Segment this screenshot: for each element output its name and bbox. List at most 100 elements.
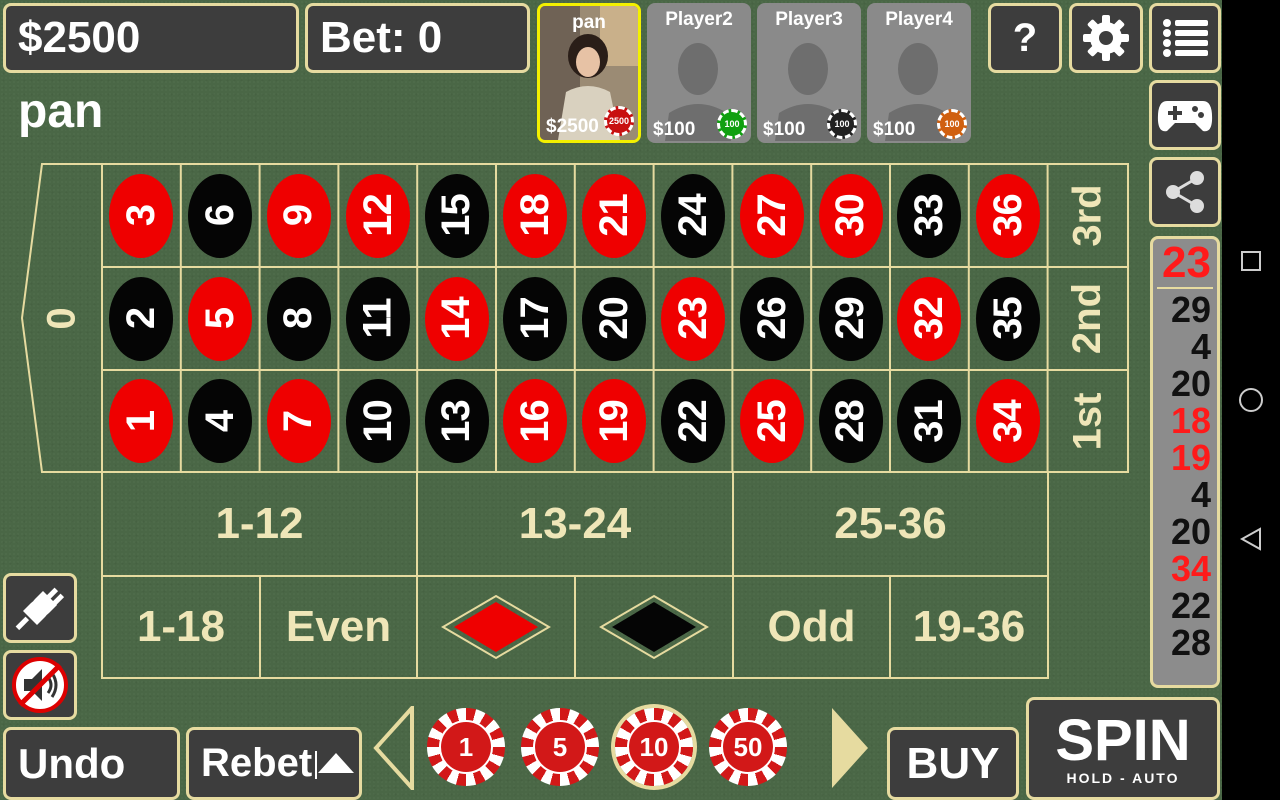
bet-black[interactable] [575, 576, 733, 678]
spin-button[interactable]: SPIN HOLD - AUTO [1026, 697, 1220, 800]
bet-number-cell[interactable]: 16 [496, 370, 575, 472]
android-nav-bar [1222, 0, 1280, 800]
chip-1[interactable]: 1 [427, 708, 505, 786]
bet-number-cell[interactable]: 12 [338, 164, 417, 267]
bet-number-cell[interactable]: 13 [417, 370, 496, 472]
chips-prev-icon[interactable] [372, 706, 416, 790]
bet-high[interactable]: 19-36 [890, 576, 1048, 678]
chip-50[interactable]: 50 [709, 708, 787, 786]
number-oval: 10 [345, 379, 410, 463]
bet-number-cell[interactable]: 24 [654, 164, 733, 267]
bet-column-3rd[interactable]: 3rd [1048, 164, 1128, 267]
history-item: 34 [1170, 548, 1211, 589]
bet-number-cell[interactable]: 34 [969, 370, 1048, 472]
bet-low[interactable]: 1-18 [102, 576, 260, 678]
bet-number-cell[interactable]: 30 [811, 164, 890, 267]
history-item: 20 [1170, 511, 1211, 552]
number-label: 20 [591, 297, 636, 340]
number-oval: 2 [109, 276, 174, 361]
number-label: 17 [512, 297, 557, 340]
spin-history: 23 29 4 20 18 19 4 20 34 22 28 [1150, 236, 1220, 688]
spin-sub-label: HOLD - AUTO [1066, 769, 1180, 786]
buy-button[interactable]: BUY [887, 727, 1019, 800]
bet-number-cell[interactable]: 11 [338, 267, 417, 370]
unplug-icon [15, 587, 65, 631]
number-label: 3 [118, 204, 163, 227]
bet-number-cell[interactable]: 3 [102, 164, 181, 267]
bet-dozen-2[interactable]: 13-24 [417, 472, 733, 576]
number-oval: 6 [188, 173, 253, 258]
bet-even[interactable]: Even [260, 576, 417, 678]
bet-dozen-1[interactable]: 1-12 [102, 472, 417, 576]
rebet-label: Rebet [201, 741, 313, 785]
bet-odd[interactable]: Odd [733, 576, 890, 678]
sound-muted-icon [12, 657, 68, 713]
bet-number-cell[interactable]: 32 [890, 267, 969, 370]
history-item: 18 [1170, 400, 1211, 441]
number-label: 1 [118, 410, 163, 432]
bet-number-cell[interactable]: 22 [654, 370, 733, 472]
number-label: 32 [906, 297, 951, 340]
bet-number-cell[interactable]: 18 [496, 164, 575, 267]
undo-button[interactable]: Undo [3, 727, 180, 800]
chip-10[interactable]: 10 [615, 708, 693, 786]
bet-dozen-3[interactable]: 25-36 [733, 472, 1048, 576]
bet-number-cell[interactable]: 23 [654, 267, 733, 370]
chip-value: 50 [721, 720, 775, 774]
bet-number-cell[interactable]: 14 [417, 267, 496, 370]
number-label: 7 [276, 410, 321, 432]
bet-number-cell[interactable]: 17 [496, 267, 575, 370]
arrow-up-icon [315, 750, 355, 779]
number-label: 29 [828, 297, 873, 340]
chip-5[interactable]: 5 [521, 708, 599, 786]
bet-red[interactable] [417, 576, 575, 678]
disconnect-button[interactable] [3, 573, 77, 643]
number-label: 24 [670, 194, 715, 237]
history-item: 4 [1190, 326, 1211, 367]
bet-number-cell[interactable]: 19 [575, 370, 654, 472]
bet-number-cell[interactable]: 1 [102, 370, 181, 472]
back-icon[interactable] [1236, 524, 1266, 554]
bet-number-cell[interactable]: 36 [969, 164, 1048, 267]
bet-number-cell[interactable]: 6 [181, 164, 260, 267]
bet-number-cell[interactable]: 5 [181, 267, 260, 370]
chips-next-icon[interactable] [828, 706, 872, 790]
number-oval: 36 [976, 173, 1041, 258]
bet-zero[interactable]: 0 [22, 164, 102, 472]
column-label: 3rd [1065, 184, 1110, 247]
column-label: 2nd [1065, 282, 1110, 355]
number-label: 23 [670, 297, 715, 340]
bet-number-cell[interactable]: 21 [575, 164, 654, 267]
rebet-button[interactable]: Rebet [186, 727, 362, 800]
bet-number-cell[interactable]: 26 [732, 267, 811, 370]
number-oval: 13 [424, 379, 489, 463]
bet-number-cell[interactable]: 7 [260, 370, 339, 472]
bet-number-cell[interactable]: 2 [102, 267, 181, 370]
bet-number-cell[interactable]: 15 [417, 164, 496, 267]
bet-number-cell[interactable]: 27 [732, 164, 811, 267]
home-icon[interactable] [1236, 385, 1266, 415]
bet-number-cell[interactable]: 31 [890, 370, 969, 472]
number-label: 6 [197, 204, 242, 227]
bet-column-1st[interactable]: 1st [1048, 370, 1128, 472]
number-oval: 33 [897, 173, 962, 258]
recents-icon[interactable] [1236, 246, 1266, 276]
bet-number-cell[interactable]: 4 [181, 370, 260, 472]
bet-number-cell[interactable]: 8 [260, 267, 339, 370]
history-item: 29 [1170, 289, 1211, 330]
bet-number-cell[interactable]: 25 [732, 370, 811, 472]
bet-number-cell[interactable]: 29 [811, 267, 890, 370]
number-oval: 17 [503, 276, 568, 361]
number-label: 34 [985, 399, 1030, 443]
bet-number-cell[interactable]: 28 [811, 370, 890, 472]
bet-column-2nd[interactable]: 2nd [1048, 267, 1128, 370]
bet-number-cell[interactable]: 10 [338, 370, 417, 472]
bet-number-cell[interactable]: 9 [260, 164, 339, 267]
mute-button[interactable] [3, 650, 77, 720]
number-label: 25 [749, 399, 794, 443]
number-oval: 5 [188, 276, 253, 361]
bet-number-cell[interactable]: 33 [890, 164, 969, 267]
bet-number-cell[interactable]: 20 [575, 267, 654, 370]
bet-number-cell[interactable]: 35 [969, 267, 1048, 370]
chip-value: 10 [627, 720, 681, 774]
